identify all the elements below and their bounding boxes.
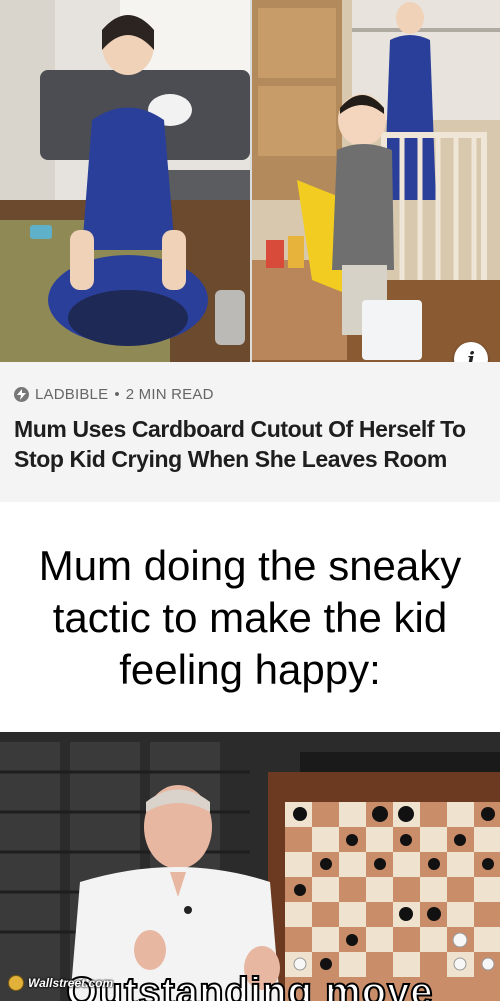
source-separator: • (114, 386, 120, 403)
article-image[interactable]: i (0, 0, 500, 376)
article-headline[interactable]: Mum Uses Cardboard Cutout Of Herself To … (14, 414, 484, 474)
meme-caption: Mum doing the sneaky tactic to make the … (38, 542, 462, 693)
lightning-icon (14, 387, 29, 402)
meme-image: Outstanding move (0, 732, 500, 1001)
source-name[interactable]: LADBIBLE (35, 386, 108, 403)
watermark-text: Wallstreet.com (28, 976, 114, 990)
watermark-logo-icon (8, 975, 24, 991)
site-watermark: Wallstreet.com (8, 975, 113, 991)
article-source-line: LADBIBLE • 2 MIN READ (14, 386, 214, 403)
article-card[interactable]: LADBIBLE • 2 MIN READ Mum Uses Cardboard… (0, 362, 500, 502)
read-time: 2 MIN READ (125, 386, 214, 403)
photo-child-playing (252, 0, 500, 362)
photo-cardboard-mum (0, 0, 250, 362)
